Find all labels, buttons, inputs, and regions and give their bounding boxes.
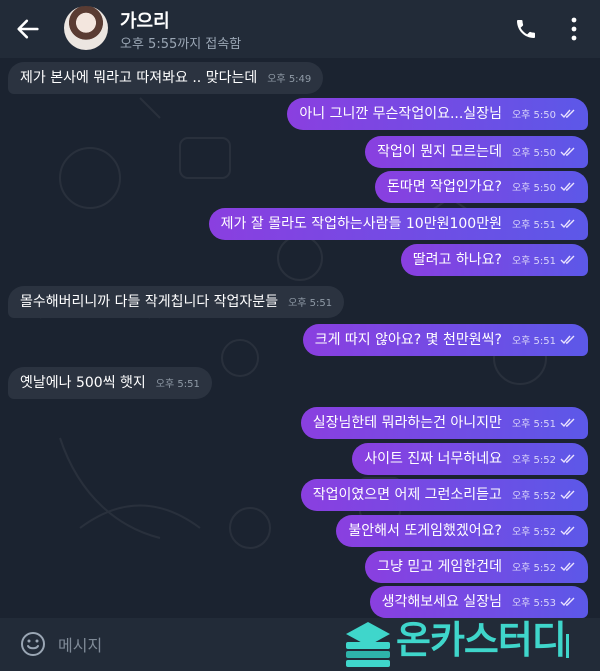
message-text: 사이트 진짜 너무하네요 <box>364 451 502 467</box>
message-input[interactable] <box>56 630 340 660</box>
message-bubble-outgoing[interactable]: 크게 따지 않아요? 몇 천만원씩? 오후 5:51 <box>302 324 588 356</box>
message-time: 오후 5:51 <box>155 379 200 390</box>
double-check-icon <box>560 562 575 572</box>
message-time: 오후 5:51 <box>511 336 556 347</box>
message-bubble-outgoing[interactable]: 아니 그니깐 무슨작업이요...실장님 오후 5:50 <box>287 98 588 130</box>
double-check-icon <box>560 255 575 265</box>
contact-avatar[interactable] <box>64 6 108 50</box>
message-bubble-outgoing[interactable]: 그냥 믿고 게임한건데 오후 5:52 <box>365 551 588 583</box>
watermark-text: 온카스터디 <box>396 618 567 662</box>
message-text: 딸려고 하나요? <box>412 252 502 268</box>
message-text: 작업이 뭔지 모르는데 <box>377 144 502 160</box>
message-time: 오후 5:51 <box>511 220 556 231</box>
contact-last-seen: 오후 5:55까지 접속함 <box>120 37 242 52</box>
message-list[interactable]: 제가 본사에 뭐라고 따져봐요 .. 맞다는데 오후 5:49 아니 그니깐 무슨… <box>0 58 600 618</box>
message-time: 오후 5:51 <box>511 256 556 267</box>
double-check-icon <box>560 454 575 464</box>
smiley-icon[interactable] <box>20 631 46 657</box>
message-bubble-outgoing[interactable]: 제가 잘 몰라도 작업하는사람들 10만원100만원 오후 5:51 <box>208 208 588 240</box>
double-check-icon <box>560 526 575 536</box>
message-bubble-outgoing[interactable]: 작업이였으면 어제 그런소리듣고 오후 5:52 <box>300 479 588 511</box>
message-time: 오후 5:49 <box>267 74 312 85</box>
message-bubble-outgoing[interactable]: 딸려고 하나요? 오후 5:51 <box>400 244 588 276</box>
phone-icon[interactable] <box>514 17 538 41</box>
message-text: 크게 따지 않아요? 몇 천만원씩? <box>314 332 502 348</box>
message-bubble-outgoing[interactable]: 사이트 진짜 너무하네요 오후 5:52 <box>352 443 588 475</box>
message-text: 옛날에나 500씩 햇지 <box>20 375 146 391</box>
message-text: 아니 그니깐 무슨작업이요...실장님 <box>299 106 502 122</box>
contact-name[interactable]: 가으리 <box>120 7 170 33</box>
message-bubble-outgoing[interactable]: 실장님한테 뭐라하는건 아니지만 오후 5:51 <box>300 407 588 439</box>
message-bubble-incoming[interactable]: 몰수해버리니까 다들 작게칩니다 작업자분들 오후 5:51 <box>8 286 345 318</box>
double-check-icon <box>560 597 575 607</box>
double-check-icon <box>560 335 575 345</box>
message-bubble-incoming[interactable]: 제가 본사에 뭐라고 따져봐요 .. 맞다는데 오후 5:49 <box>8 62 324 94</box>
message-bubble-outgoing[interactable]: 돈따면 작업인가요? 오후 5:50 <box>375 171 588 203</box>
message-text: 실장님한테 뭐라하는건 아니지만 <box>312 415 502 431</box>
message-text: 제가 본사에 뭐라고 따져봐요 .. 맞다는데 <box>20 70 258 86</box>
double-check-icon <box>560 219 575 229</box>
message-text: 생각해보세요 실장님 <box>381 594 502 610</box>
message-time: 오후 5:51 <box>288 298 333 309</box>
message-time: 오후 5:52 <box>511 563 556 574</box>
double-check-icon <box>560 490 575 500</box>
message-bubble-incoming[interactable]: 옛날에나 500씩 햇지 오후 5:51 <box>8 367 212 399</box>
message-time: 오후 5:52 <box>511 491 556 502</box>
message-text: 제가 잘 몰라도 작업하는사람들 10만원100만원 <box>220 216 502 232</box>
double-check-icon <box>560 109 575 119</box>
back-arrow-icon[interactable] <box>14 15 42 43</box>
message-time: 오후 5:51 <box>511 419 556 430</box>
message-time: 오후 5:53 <box>511 598 556 609</box>
message-text: 돈따면 작업인가요? <box>387 179 502 195</box>
message-text: 그냥 믿고 게임한건데 <box>377 559 502 575</box>
chat-header: 가으리 오후 5:55까지 접속함 <box>0 0 600 58</box>
double-check-icon <box>560 418 575 428</box>
message-text: 몰수해버리니까 다들 작게칩니다 작업자분들 <box>20 294 279 310</box>
message-bubble-outgoing[interactable]: 불안해서 또게임했겠어요? 오후 5:52 <box>336 515 588 547</box>
message-bubble-outgoing[interactable]: 작업이 뭔지 모르는데 오후 5:50 <box>365 136 588 168</box>
message-time: 오후 5:52 <box>511 455 556 466</box>
more-vertical-icon[interactable] <box>568 16 580 42</box>
message-time: 오후 5:52 <box>511 527 556 538</box>
message-time: 오후 5:50 <box>511 148 556 159</box>
message-text: 작업이였으면 어제 그런소리듣고 <box>312 487 502 503</box>
message-text: 불안해서 또게임했겠어요? <box>348 523 502 539</box>
double-check-icon <box>560 147 575 157</box>
message-time: 오후 5:50 <box>511 183 556 194</box>
double-check-icon <box>560 182 575 192</box>
message-time: 오후 5:50 <box>511 110 556 121</box>
